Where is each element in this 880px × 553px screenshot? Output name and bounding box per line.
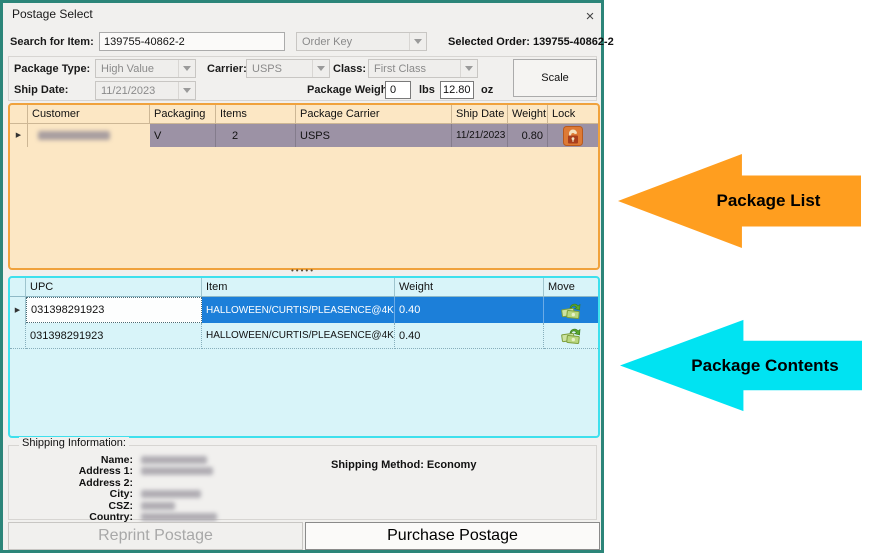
- reprint-postage-button: Reprint Postage: [8, 522, 303, 550]
- address2-label: Address 2:: [78, 476, 133, 489]
- package-contents-annotation: Package Contents: [620, 318, 862, 413]
- name-label: Name:: [100, 453, 133, 466]
- col-customer[interactable]: Customer: [28, 105, 150, 124]
- item-cell: HALLOWEEN/CURTIS/PLEASENCE@4KHD...: [202, 323, 395, 349]
- package-list-header: Customer Packaging Items Package Carrier…: [10, 105, 598, 124]
- col-items[interactable]: Items: [216, 105, 296, 124]
- row-marker-icon: ▶: [10, 124, 28, 147]
- move-money-icon[interactable]: [544, 297, 598, 323]
- redacted-address1: [141, 467, 213, 476]
- package-contents-grid: UPC Item Weight Move ▶ 031398291923 HALL…: [8, 276, 600, 438]
- customer-cell: [28, 124, 150, 147]
- col-item[interactable]: Item: [202, 278, 395, 297]
- order-key-value: Order Key: [302, 35, 353, 48]
- selected-order-text: Selected Order: 139755-40862-2: [448, 36, 614, 48]
- package-contents-header: UPC Item Weight Move: [10, 278, 598, 297]
- reprint-postage-label: Reprint Postage: [98, 527, 213, 544]
- lock-icon: [563, 125, 583, 146]
- order-key-dropdown[interactable]: Order Key: [296, 32, 427, 51]
- shipping-method-text: Shipping Method: Economy: [331, 459, 477, 471]
- purchase-postage-label: Purchase Postage: [387, 527, 518, 544]
- search-input[interactable]: [99, 32, 285, 51]
- col-packaging[interactable]: Packaging: [150, 105, 216, 124]
- col-package-carrier[interactable]: Package Carrier: [296, 105, 452, 124]
- weight-lbs-input[interactable]: [385, 81, 411, 99]
- ship-date-cell: 11/21/2023: [452, 124, 508, 147]
- package-contents-row[interactable]: ▶ 031398291923 HALLOWEEN/CURTIS/PLEASENC…: [10, 297, 598, 323]
- carrier-dropdown[interactable]: USPS: [246, 59, 330, 78]
- postage-select-dialog: Postage Select × Search for Item: Order …: [0, 0, 614, 553]
- redacted-city: [141, 490, 201, 499]
- package-list-annotation: Package List: [618, 152, 861, 250]
- row-header-cell: [10, 105, 28, 124]
- col-ship-date[interactable]: Ship Date: [452, 105, 508, 124]
- weight-cell: 0.40: [395, 323, 544, 349]
- screenshot-stage: Postage Select × Search for Item: Order …: [0, 0, 880, 553]
- redacted-csz: [141, 501, 175, 510]
- col-weight[interactable]: Weight: [395, 278, 544, 297]
- upc-cell[interactable]: 031398291923: [26, 323, 202, 349]
- dialog-title: Postage Select: [12, 7, 93, 21]
- scale-button[interactable]: Scale: [513, 59, 597, 97]
- package-weight-label: Package Weight:: [307, 84, 395, 96]
- carrier-value: USPS: [252, 62, 282, 75]
- close-icon[interactable]: ×: [580, 6, 600, 26]
- ship-date-label: Ship Date:: [14, 84, 69, 96]
- chevron-down-icon: [178, 82, 195, 99]
- row-header-cell: [10, 323, 26, 349]
- package-list-row[interactable]: ▶ V 2 USPS 11/21/2023 0.80: [10, 124, 598, 147]
- class-value: First Class: [374, 62, 426, 75]
- item-cell: HALLOWEEN/CURTIS/PLEASENCE@4KHD...: [202, 297, 395, 323]
- row-header-cell: [10, 278, 26, 297]
- package-type-dropdown[interactable]: High Value: [95, 59, 196, 78]
- package-list-annotation-label: Package List: [716, 191, 821, 210]
- address1-label: Address 1:: [78, 465, 133, 478]
- move-money-icon[interactable]: [544, 323, 598, 349]
- package-list-grid: Customer Packaging Items Package Carrier…: [8, 103, 600, 270]
- search-for-item-label: Search for Item:: [10, 36, 94, 48]
- redacted-name: [141, 455, 207, 464]
- move-money-icon: [561, 328, 581, 345]
- chevron-down-icon: [460, 60, 477, 77]
- ship-date-value: 11/21/2023: [101, 84, 156, 97]
- col-move[interactable]: Move: [544, 278, 598, 297]
- chevron-down-icon: [312, 60, 329, 77]
- ship-date-dropdown[interactable]: 11/21/2023: [95, 81, 196, 100]
- class-dropdown[interactable]: First Class: [368, 59, 478, 78]
- package-type-label: Package Type:: [14, 63, 91, 75]
- purchase-postage-button[interactable]: Purchase Postage: [305, 522, 600, 550]
- chevron-down-icon: [409, 33, 426, 50]
- chevron-down-icon: [178, 60, 195, 77]
- package-carrier-cell: USPS: [296, 124, 452, 147]
- weight-cell: 0.40: [395, 297, 544, 323]
- shipping-info-legend: Shipping Information:: [19, 437, 129, 449]
- carrier-label: Carrier:: [207, 63, 247, 75]
- weight-oz-input[interactable]: [440, 81, 474, 99]
- city-label: City:: [109, 488, 133, 501]
- row-marker-icon: ▶: [10, 297, 26, 323]
- class-label: Class:: [333, 63, 367, 75]
- oz-label: oz: [481, 84, 494, 96]
- col-upc[interactable]: UPC: [26, 278, 202, 297]
- col-lock[interactable]: Lock: [548, 105, 598, 124]
- scale-button-label: Scale: [541, 72, 569, 84]
- lock-icon[interactable]: [548, 124, 598, 147]
- package-contents-row[interactable]: 031398291923 HALLOWEEN/CURTIS/PLEASENCE@…: [10, 323, 598, 349]
- move-money-icon: [561, 303, 581, 319]
- redacted-customer-name: [38, 131, 110, 140]
- packaging-cell: V: [150, 124, 216, 147]
- grid-splitter-handle[interactable]: •••••: [291, 267, 315, 275]
- items-cell: 2: [216, 124, 296, 147]
- csz-label: CSZ:: [108, 499, 134, 512]
- package-contents-annotation-label: Package Contents: [691, 355, 839, 375]
- lbs-label: lbs: [419, 84, 435, 96]
- shipping-fields: Name: Address 1: Address 2: City: CSZ: C…: [11, 454, 311, 523]
- upc-cell-editing[interactable]: 031398291923: [26, 297, 202, 323]
- weight-cell: 0.80: [508, 124, 548, 147]
- col-weight[interactable]: Weight: [508, 105, 548, 124]
- redacted-country: [141, 513, 217, 522]
- package-type-value: High Value: [101, 62, 154, 75]
